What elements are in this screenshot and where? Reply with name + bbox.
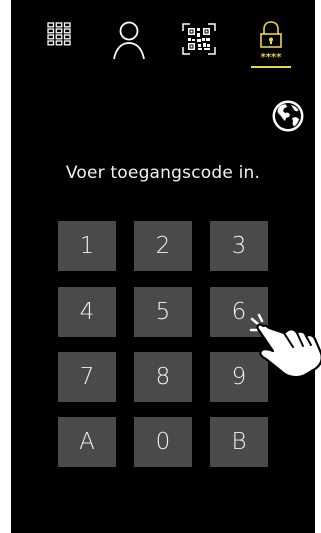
keypad-grid-tab[interactable]	[35, 22, 83, 72]
key-4[interactable]: 4	[58, 287, 116, 337]
key-9[interactable]: 9	[210, 352, 268, 402]
key-2[interactable]: 2	[134, 221, 192, 271]
lock-code-mask: ****	[261, 52, 283, 63]
user-tab[interactable]	[105, 20, 153, 70]
key-8[interactable]: 8	[134, 352, 192, 402]
lock-code-icon: ****	[260, 21, 283, 63]
key-b[interactable]: B	[210, 417, 268, 467]
globe-icon	[272, 100, 304, 132]
device-screen: **** Voer toegangscode in. 1 2 3 4 5 6 7…	[11, 0, 315, 533]
key-1[interactable]: 1	[58, 221, 116, 271]
qr-code-icon	[182, 23, 216, 55]
access-code-prompt: Voer toegangscode in.	[65, 163, 261, 183]
key-3[interactable]: 3	[210, 221, 268, 271]
active-tab-indicator	[251, 66, 291, 68]
key-5[interactable]: 5	[134, 287, 192, 337]
keypad-grid-icon	[47, 22, 71, 46]
key-6[interactable]: 6	[210, 287, 268, 337]
key-a[interactable]: A	[58, 417, 116, 467]
top-navigation-bar: ****	[11, 0, 315, 80]
qr-code-tab[interactable]	[175, 23, 223, 73]
key-0[interactable]: 0	[134, 417, 192, 467]
user-icon	[113, 21, 145, 60]
language-button[interactable]	[271, 99, 305, 133]
key-7[interactable]: 7	[58, 352, 116, 402]
lock-code-tab[interactable]: ****	[247, 20, 295, 70]
